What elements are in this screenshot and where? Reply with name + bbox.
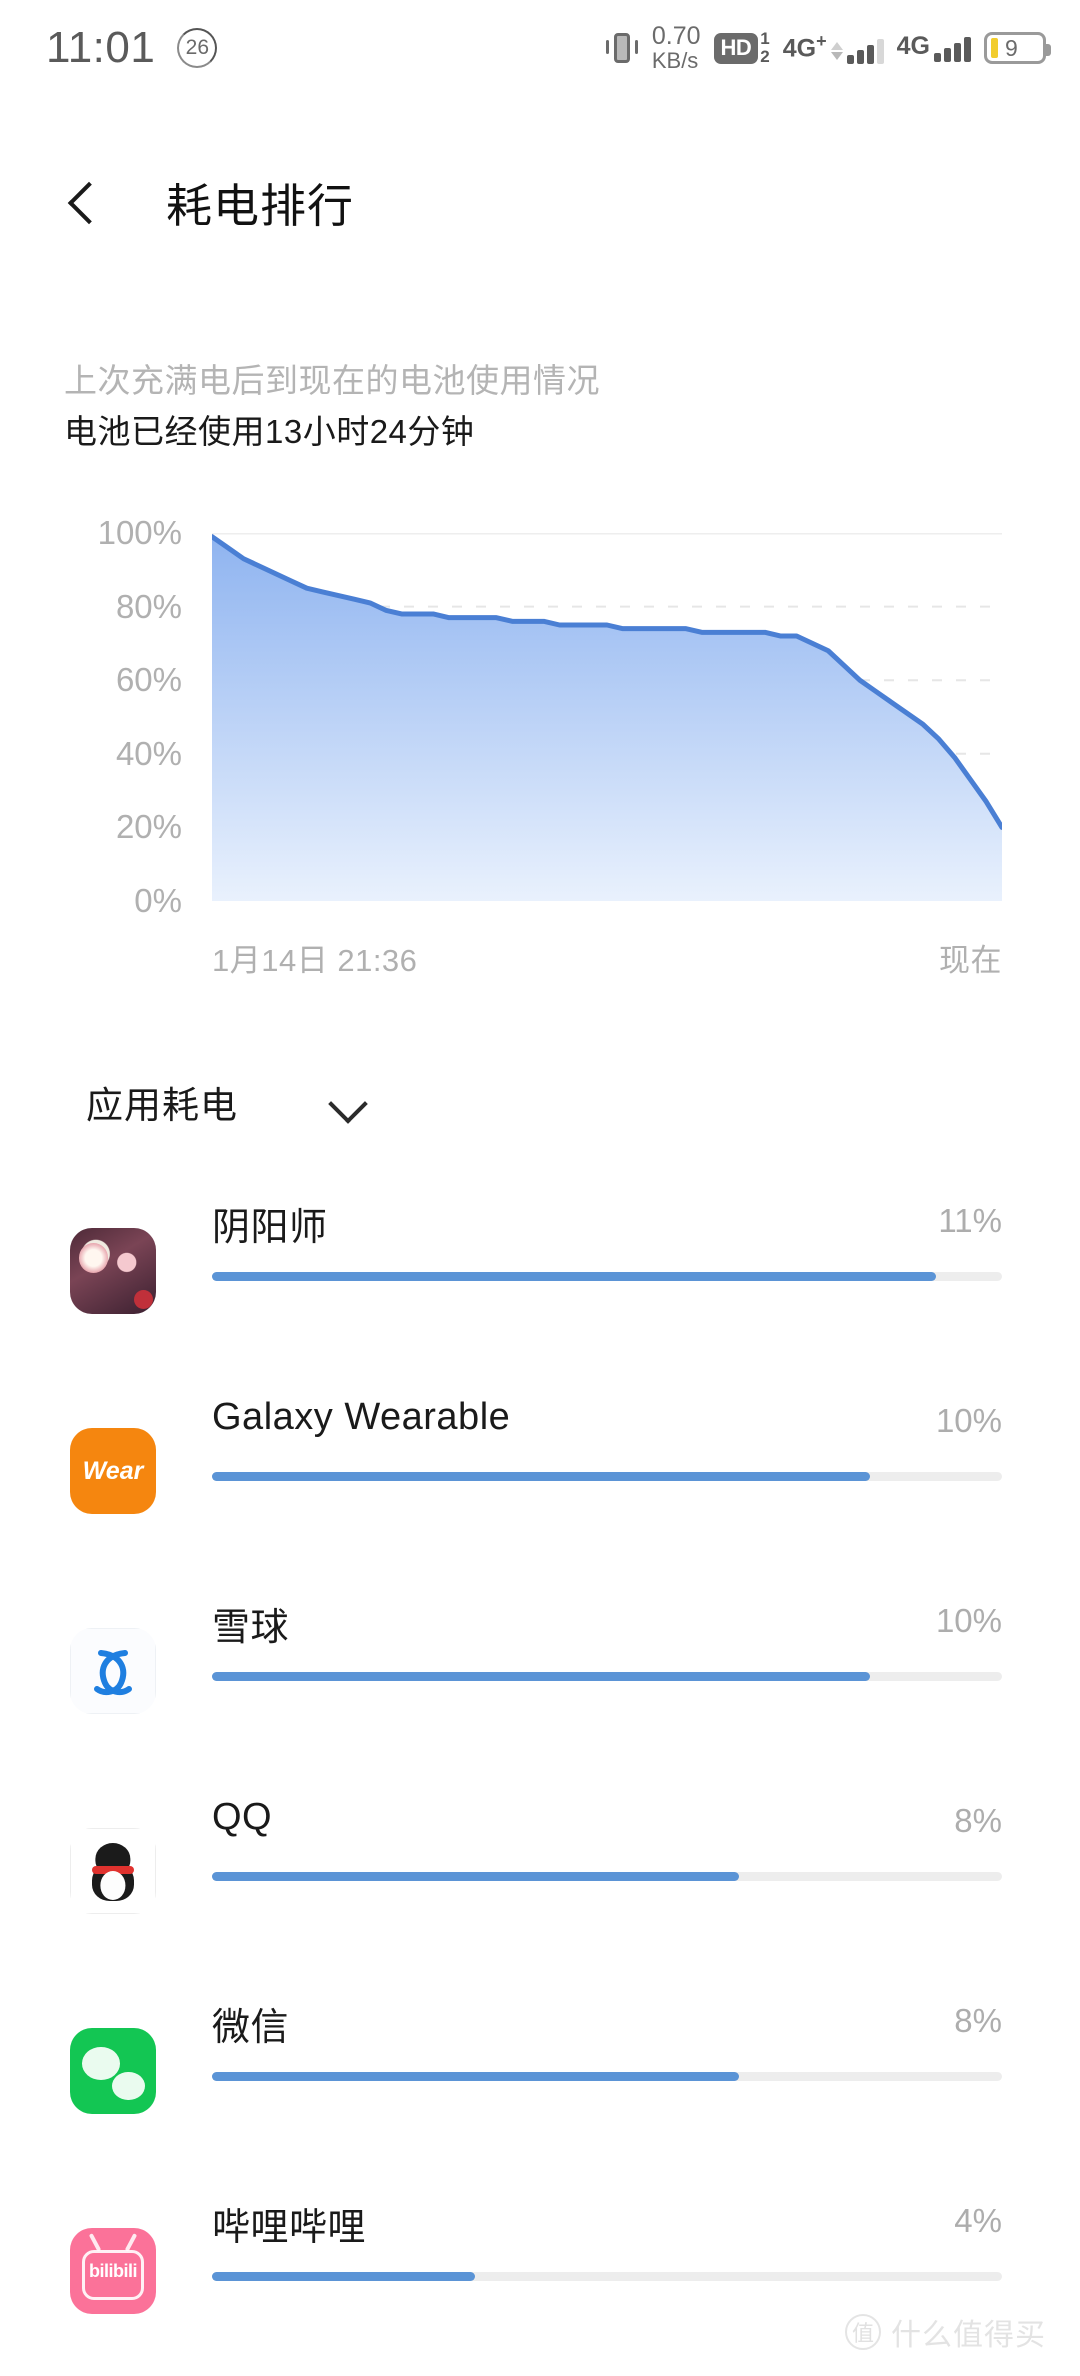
notification-count-badge: 26 [177, 28, 218, 68]
watermark-logo-icon: 值 [845, 2314, 881, 2350]
chart-y-tick: 80% [115, 587, 182, 625]
battery-history-chart: 0% 20% 40% 60% 80% 100% 1月14日 21:36 现在 [0, 510, 1080, 1000]
signal-sim1-icon: 4G+ [782, 30, 884, 65]
status-bar: 11:01 26 0.70 KB/s HD 1 2 4G+ 4G 9 [0, 0, 1080, 96]
chart-y-axis: 0% 20% 40% 60% 80% 100% [0, 510, 182, 919]
battery-usage-duration: 电池已经使用13小时24分钟 [64, 412, 475, 450]
app-power-section-label: 应用耗电 [86, 1085, 238, 1126]
chart-x-axis: 1月14日 21:36 现在 [212, 935, 1002, 980]
app-percent-label: 8% [954, 1802, 1002, 1839]
chart-y-tick: 0% [134, 882, 182, 919]
hd-call-icon: HD 1 2 [713, 29, 770, 66]
wechat-app-icon [70, 2028, 156, 2114]
app-power-row[interactable]: 阴阳师 11% [0, 1180, 1080, 1380]
app-usage-bar-track [212, 1272, 1002, 1281]
status-bar-right: 0.70 KB/s HD 1 2 4G+ 4G 9 [605, 24, 1051, 72]
signal-bars-sim2-icon [934, 36, 971, 62]
page-title: 耗电排行 [166, 180, 354, 232]
vibrate-icon [605, 30, 639, 66]
app-power-row[interactable]: Wear Galaxy Wearable 10% [0, 1380, 1080, 1580]
network-speed-unit: KB/s [651, 47, 699, 73]
chart-x-tick-end: 现在 [939, 943, 1002, 978]
signal-bars-sim1-icon [846, 38, 884, 65]
battery-summary: 上次充满电后到现在的电池使用情况 电池已经使用13小时24分钟 [64, 358, 1024, 456]
watermark: 值 什么值得买 [845, 2310, 1046, 2354]
app-usage-bar-fill [212, 1872, 739, 1881]
battery-level-label: 9 [1005, 34, 1018, 61]
app-usage-bar-track [212, 1872, 1002, 1881]
chart-y-tick: 20% [115, 808, 182, 846]
app-usage-bar-fill [212, 2072, 739, 2081]
back-chevron-icon[interactable] [56, 174, 114, 232]
chart-y-tick: 40% [115, 734, 182, 772]
app-usage-bar-fill [212, 2272, 476, 2281]
app-usage-bar-track [212, 1472, 1002, 1481]
signal-sim2-label: 4G [896, 32, 930, 60]
chart-plot-area [212, 533, 1002, 901]
status-bar-left: 11:01 26 [46, 23, 218, 73]
chart-x-tick-start: 1月14日 21:36 [212, 943, 418, 978]
battery-summary-description: 上次充满电后到现在的电池使用情况 [64, 362, 600, 399]
app-percent-label: 10% [935, 1402, 1002, 1439]
app-percent-label: 11% [938, 1202, 1002, 1239]
app-power-section-header[interactable]: 应用耗电 [86, 1062, 426, 1142]
app-usage-bar-track [212, 2272, 1002, 2281]
app-name-label: QQ [212, 1796, 273, 1838]
app-percent-label: 8% [954, 2002, 1002, 2039]
bilibili-app-icon: bilibili [70, 2228, 156, 2314]
sim1-label: 1 [760, 29, 770, 49]
app-usage-bar-track [212, 1672, 1002, 1681]
chart-y-tick: 60% [115, 661, 182, 699]
signal-sim2-icon: 4G [897, 34, 971, 62]
network-speed-indicator: 0.70 KB/s [652, 24, 701, 72]
app-usage-bar-fill [212, 1672, 871, 1681]
hd-badge-label: HD [713, 32, 759, 64]
app-name-label: 雪球 [212, 1607, 290, 1649]
app-name-label: 微信 [212, 2007, 290, 2049]
app-percent-label: 10% [935, 1602, 1002, 1639]
data-transfer-arrows-icon [830, 42, 843, 61]
qq-app-icon [70, 1828, 156, 1914]
app-power-row[interactable]: 雪球 10% [0, 1580, 1080, 1780]
chart-y-tick: 100% [97, 514, 182, 551]
galaxy-wearable-app-icon: Wear [70, 1428, 156, 1514]
watermark-text: 什么值得买 [891, 2319, 1046, 2352]
status-time: 11:01 [46, 23, 156, 72]
app-percent-label: 4% [954, 2202, 1002, 2239]
chart-svg [212, 533, 1002, 901]
app-usage-bar-fill [212, 1472, 871, 1481]
network-speed-value: 0.70 [651, 22, 701, 51]
app-usage-bar-fill [212, 1272, 937, 1281]
sim2-label: 2 [760, 47, 770, 66]
app-power-row[interactable]: QQ 8% [0, 1780, 1080, 1980]
battery-icon: 9 [984, 32, 1051, 64]
app-usage-bar-track [212, 2072, 1002, 2081]
app-power-list: 阴阳师 11% Wear Galaxy Wearable 10% 雪球 10% QQ 8% 微信 8… [0, 1180, 1080, 2376]
chevron-down-icon[interactable] [326, 1080, 370, 1124]
app-power-row[interactable]: 微信 8% [0, 1980, 1080, 2180]
app-name-label: Galaxy Wearable [212, 1396, 511, 1438]
app-bar: 耗电排行 [0, 148, 1080, 258]
xueqiu-app-icon [70, 1628, 156, 1714]
signal-sim1-label: 4G+ [782, 30, 827, 63]
app-name-label: 哔哩哔哩 [212, 2207, 367, 2249]
app-name-label: 阴阳师 [212, 1207, 328, 1249]
phone-screen: 11:01 26 0.70 KB/s HD 1 2 4G+ 4G 9 耗电排行 … [0, 0, 1080, 2376]
onmyoji-app-icon [70, 1228, 156, 1314]
